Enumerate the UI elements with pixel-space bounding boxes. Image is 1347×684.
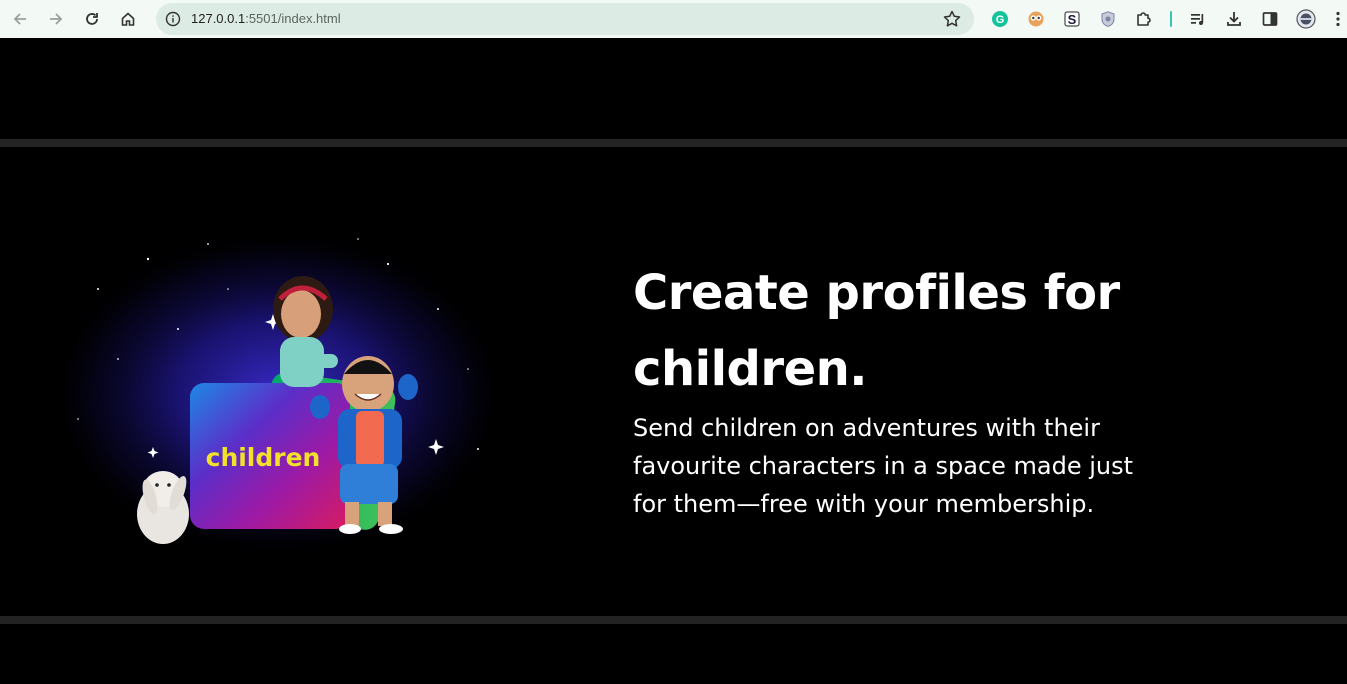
url-path: :5501/index.html <box>245 11 341 26</box>
side-panel-icon[interactable] <box>1260 9 1280 29</box>
address-bar[interactable]: 127.0.0.1:5501/index.html <box>156 3 974 35</box>
children-card-label: children <box>206 443 321 472</box>
toolbar-separator <box>1170 11 1172 27</box>
kebab-menu-icon[interactable] <box>1332 9 1344 29</box>
media-queue-icon[interactable] <box>1188 9 1208 29</box>
section-divider-top <box>0 139 1347 147</box>
section-divider-bottom <box>0 616 1347 624</box>
url-text[interactable]: 127.0.0.1:5501/index.html <box>191 11 341 26</box>
shield-extension-icon[interactable] <box>1098 9 1118 29</box>
bunny-character <box>137 471 189 544</box>
browser-toolbar: 127.0.0.1:5501/index.html G S <box>0 0 1347 38</box>
svg-text:G: G <box>996 14 1005 26</box>
s-extension-icon[interactable]: S <box>1062 9 1082 29</box>
owl-extension-icon[interactable] <box>1026 9 1046 29</box>
svg-text:S: S <box>1068 12 1077 27</box>
page-content: children Create profiles for children. S… <box>0 43 1347 684</box>
url-host: 127.0.0.1 <box>191 11 246 26</box>
forward-icon[interactable] <box>44 7 68 31</box>
reload-icon[interactable] <box>80 7 104 31</box>
grammarly-icon[interactable]: G <box>990 9 1010 29</box>
back-icon[interactable] <box>8 7 32 31</box>
feature-heading: Create profiles for children. <box>633 265 1120 397</box>
feature-description: Send children on adventures with their f… <box>633 414 1134 518</box>
bookmark-star-icon[interactable] <box>942 9 962 29</box>
site-info-icon[interactable] <box>165 11 181 27</box>
kids-profile-feature: children Create profiles for children. S… <box>0 147 1347 616</box>
feature-copy: Create profiles for children. Send child… <box>633 255 1193 523</box>
profile-avatar-icon[interactable] <box>1296 9 1316 29</box>
extensions-puzzle-icon[interactable] <box>1134 9 1154 29</box>
children-profile-illustration: children <box>58 229 508 549</box>
download-icon[interactable] <box>1224 9 1244 29</box>
home-icon[interactable] <box>116 7 140 31</box>
